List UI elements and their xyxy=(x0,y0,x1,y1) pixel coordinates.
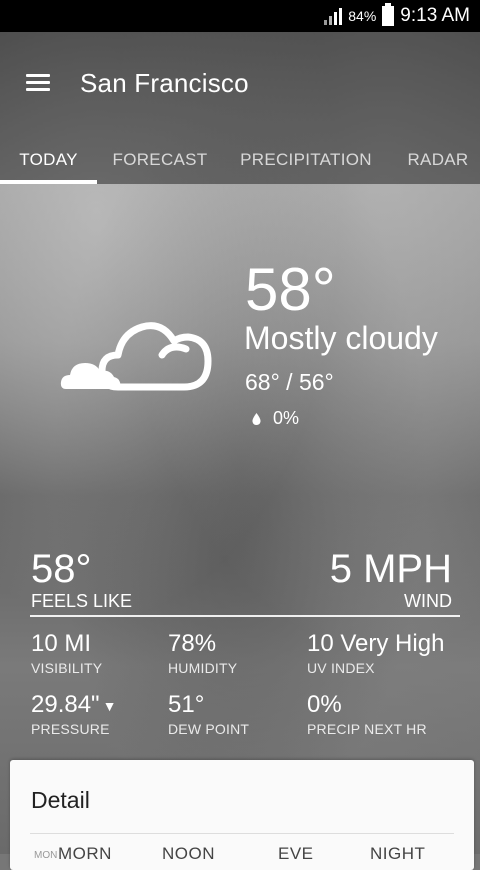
dew-point-value: 51° xyxy=(168,691,205,718)
city-title[interactable]: San Francisco xyxy=(80,68,249,99)
wind-value: 5 MPH xyxy=(329,547,452,591)
detail-col-morn: MORN xyxy=(58,844,112,863)
raindrop-icon xyxy=(252,412,261,425)
battery-percent: 84% xyxy=(348,8,377,24)
visibility-value: 10 MI xyxy=(31,630,92,657)
detail-col-eve: EVE xyxy=(278,844,314,863)
humidity-label: HUMIDITY xyxy=(168,660,238,676)
humidity-value: 78% xyxy=(168,630,217,657)
condition-text: Mostly cloudy xyxy=(244,320,438,356)
signal-bars-icon xyxy=(324,7,343,25)
app-bar: San Francisco TODAY FORECAST PRECIPITATI… xyxy=(0,32,480,184)
dew-point-label: DEW POINT xyxy=(168,721,250,737)
detail-title: Detail xyxy=(31,787,90,813)
pressure-value: 29.84" xyxy=(31,691,100,718)
tab-bar: TODAY FORECAST PRECIPITATION RADAR xyxy=(0,136,480,184)
feels-like-value: 58° xyxy=(31,547,92,591)
precip-next-hr-label: PRECIP NEXT HR xyxy=(307,721,427,737)
current-temperature: 58° xyxy=(245,256,336,323)
high-low-temperature: 68° / 56° xyxy=(245,369,334,395)
feels-like-label: FEELS LIKE xyxy=(31,591,133,611)
detail-separator xyxy=(30,833,454,834)
precip-chance: 0% xyxy=(252,408,299,429)
hamburger-menu-icon[interactable] xyxy=(26,74,50,92)
precip-chance-value: 0% xyxy=(273,408,300,428)
tab-precipitation[interactable]: PRECIPITATION xyxy=(230,136,382,184)
status-time: 9:13 AM xyxy=(400,5,470,26)
uv-index-label: UV INDEX xyxy=(307,660,375,676)
mostly-cloudy-icon xyxy=(60,322,212,391)
wind-label: WIND xyxy=(404,591,452,611)
detail-day-label: MON xyxy=(34,850,58,861)
pressure-value-wrap: 29.84" ▼ xyxy=(31,691,116,719)
down-triangle-icon: ▼ xyxy=(102,697,117,714)
detail-col-noon: NOON xyxy=(162,844,215,863)
tab-forecast[interactable]: FORECAST xyxy=(100,136,220,184)
uv-index-value: 10 Very High xyxy=(307,630,445,657)
battery-icon xyxy=(382,3,395,26)
status-bar: 84% 9:13 AM xyxy=(0,0,480,32)
tab-today[interactable]: TODAY xyxy=(0,136,97,184)
pressure-label: PRESSURE xyxy=(31,721,110,737)
status-bar-right: 84% 9:13 AM xyxy=(324,0,470,32)
visibility-label: VISIBILITY xyxy=(31,660,103,676)
tab-radar[interactable]: RADAR xyxy=(396,136,480,184)
detail-col-night: NIGHT xyxy=(370,844,426,863)
precip-next-hr-value: 0% xyxy=(307,691,342,718)
stats-divider xyxy=(30,615,460,617)
active-tab-indicator xyxy=(0,180,97,184)
